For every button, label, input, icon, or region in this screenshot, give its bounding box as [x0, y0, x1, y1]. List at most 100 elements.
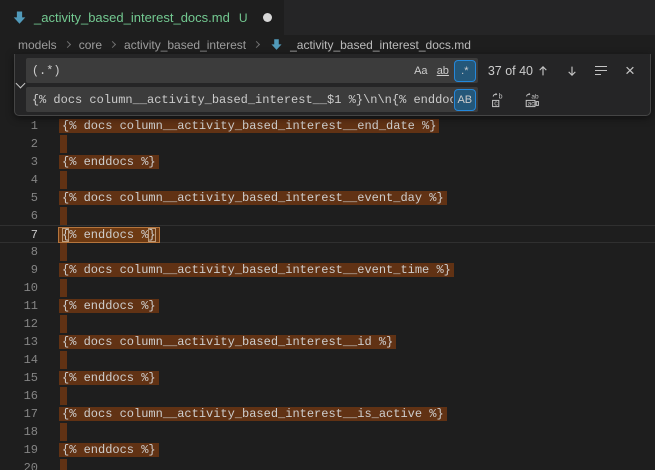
code-line[interactable]: 4 — [0, 171, 655, 189]
breadcrumb-item-models[interactable]: models — [16, 38, 59, 52]
code-line[interactable]: 6 — [0, 207, 655, 225]
code-line[interactable]: 14 — [0, 351, 655, 369]
markdown-icon — [12, 10, 27, 25]
line-number: 15 — [0, 369, 38, 387]
code-line[interactable]: 12 — [0, 315, 655, 333]
line-number: 1 — [0, 117, 38, 135]
code-line[interactable]: 1 {% docs column__activity_based_interest… — [0, 117, 655, 135]
line-content: {% docs column__activity_based_interest_… — [62, 333, 393, 351]
find-match-highlight: {% docs column__activity_based_interest_… — [59, 119, 439, 133]
code-line[interactable]: 15 {% enddocs %} — [0, 369, 655, 387]
line-number: 7 — [0, 226, 38, 242]
code-line[interactable]: 9 {% docs column__activity_based_interest… — [0, 261, 655, 279]
breadcrumb-item-file[interactable]: _activity_based_interest_docs.md — [288, 38, 473, 52]
code-line[interactable]: 17 {% docs column__activity_based_interes… — [0, 405, 655, 423]
find-match-highlight: {% docs column__activity_based_interest_… — [59, 263, 454, 277]
line-content — [62, 315, 67, 333]
code-line[interactable]: 2 — [0, 135, 655, 153]
match-case-toggle[interactable]: Aa — [411, 61, 431, 81]
line-number: 5 — [0, 189, 38, 207]
code-line[interactable]: 5 {% docs column__activity_based_interest… — [0, 189, 655, 207]
line-content: {% docs column__activity_based_interest_… — [62, 117, 436, 135]
bracket-match: { — [62, 228, 69, 242]
code-line[interactable]: 3 {% enddocs %} — [0, 153, 655, 171]
line-number: 3 — [0, 153, 38, 171]
breadcrumb-item-core[interactable]: core — [77, 38, 104, 52]
code-area[interactable]: 1 {% docs column__activity_based_interest… — [0, 54, 655, 470]
find-match-highlight: {% enddocs %} — [59, 371, 159, 385]
breadcrumb-item-folder[interactable]: activity_based_interest — [122, 38, 248, 52]
line-number: 8 — [0, 243, 38, 261]
find-in-selection-icon[interactable] — [591, 61, 611, 81]
find-match-highlight-empty — [60, 387, 67, 405]
line-content — [62, 207, 67, 225]
code-line[interactable]: 13 {% docs column__activity_based_interes… — [0, 333, 655, 351]
find-match-highlight-empty — [60, 459, 67, 470]
current-find-match: {% enddocs %} — [59, 228, 159, 242]
modified-dot-icon[interactable] — [263, 13, 272, 22]
regex-toggle[interactable]: .* — [455, 61, 475, 81]
line-number: 13 — [0, 333, 38, 351]
line-content — [62, 279, 67, 297]
line-number: 10 — [0, 279, 38, 297]
svg-text:c: c — [494, 100, 498, 107]
code-line[interactable]: 19 {% enddocs %} — [0, 441, 655, 459]
find-match-highlight-empty — [60, 171, 67, 189]
line-content — [62, 351, 67, 369]
code-line[interactable]: 11 {% enddocs %} — [0, 297, 655, 315]
find-input[interactable]: (.*) Aa ab .* — [26, 58, 478, 83]
line-number: 16 — [0, 387, 38, 405]
find-input-value: (.*) — [32, 64, 409, 78]
line-content: {% docs column__activity_based_interest_… — [62, 405, 444, 423]
line-number: 2 — [0, 135, 38, 153]
line-content — [62, 171, 67, 189]
line-number: 19 — [0, 441, 38, 459]
find-match-highlight: {% enddocs %} — [59, 155, 159, 169]
chevron-down-icon — [15, 78, 25, 88]
line-number: 6 — [0, 207, 38, 225]
line-content — [62, 387, 67, 405]
git-status-badge: U — [239, 11, 248, 25]
next-match-icon[interactable] — [562, 61, 582, 81]
line-content: {% enddocs %} — [62, 226, 156, 242]
line-content: {% docs column__activity_based_interest_… — [62, 261, 451, 279]
preserve-case-toggle[interactable]: AB — [455, 90, 475, 110]
line-content: {% enddocs %} — [62, 153, 156, 171]
replace-icon[interactable]: b c — [488, 90, 508, 110]
line-number: 11 — [0, 297, 38, 315]
line-content — [62, 423, 67, 441]
code-line[interactable]: 10 — [0, 279, 655, 297]
previous-match-icon[interactable] — [533, 61, 553, 81]
svg-text:b: b — [498, 93, 502, 100]
line-content: {% docs column__activity_based_interest_… — [62, 189, 444, 207]
find-replace-widget: (.*) Aa ab .* 37 of 40 × — [14, 54, 651, 116]
code-line[interactable]: 18 — [0, 423, 655, 441]
line-number: 18 — [0, 423, 38, 441]
line-content: {% enddocs %} — [62, 369, 156, 387]
line-content — [62, 243, 67, 261]
line-content — [62, 135, 67, 153]
find-match-highlight-empty — [60, 351, 67, 369]
line-number: 9 — [0, 261, 38, 279]
markdown-icon — [270, 38, 283, 51]
replace-row: {% docs column__activity_based_interest_… — [26, 87, 644, 112]
find-match-highlight: {% enddocs %} — [59, 299, 159, 313]
find-match-highlight-empty — [60, 423, 67, 441]
whole-word-toggle[interactable]: ab — [433, 61, 453, 81]
tab-bar: _activity_based_interest_docs.md U — [0, 0, 655, 35]
code-line[interactable]: 8 — [0, 243, 655, 261]
replace-all-icon[interactable]: ab ac — [522, 90, 542, 110]
replace-input[interactable]: {% docs column__activity_based_interest_… — [26, 87, 478, 112]
line-number: 4 — [0, 171, 38, 189]
toggle-replace-button[interactable] — [15, 58, 26, 111]
find-match-highlight-empty — [60, 135, 67, 153]
code-line[interactable]: 16 — [0, 387, 655, 405]
close-icon[interactable]: × — [620, 61, 640, 81]
tab-activity-docs[interactable]: _activity_based_interest_docs.md U — [0, 0, 284, 35]
find-match-highlight: {% enddocs %} — [59, 443, 159, 457]
code-line[interactable]: 20 — [0, 459, 655, 470]
line-content: {% enddocs %} — [62, 441, 156, 459]
find-match-highlight: {% docs column__activity_based_interest_… — [59, 407, 447, 421]
line-number: 17 — [0, 405, 38, 423]
code-line[interactable]: 7 {% enddocs %} — [0, 225, 655, 243]
